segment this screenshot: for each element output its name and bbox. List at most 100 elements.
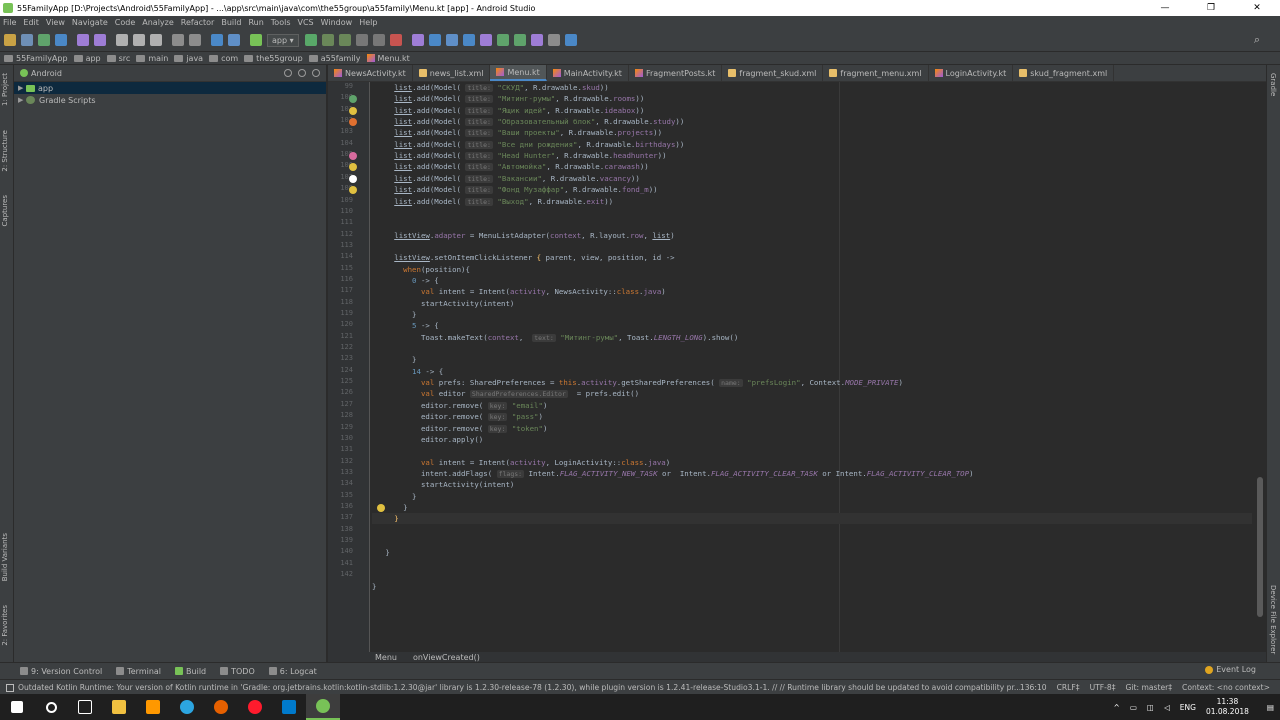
taskbar-firefox[interactable] [204, 694, 238, 720]
code-line[interactable]: list.add(Model( title: "СКУД", R.drawabl… [372, 82, 609, 93]
code-line[interactable]: } [372, 581, 376, 592]
menu-vcs[interactable]: VCS [298, 18, 314, 27]
open-icon[interactable] [4, 34, 16, 46]
editor-tab[interactable]: NewsActivity.kt [328, 65, 413, 81]
profile-icon[interactable] [355, 34, 368, 46]
vcs-commit-icon[interactable] [513, 34, 526, 46]
editor-tab[interactable]: fragment_menu.xml [823, 65, 929, 81]
menu-window[interactable]: Window [321, 18, 353, 27]
terminal-tab[interactable]: Terminal [116, 667, 161, 676]
nav-crumb[interactable]: the55group [244, 54, 303, 63]
file-encoding[interactable]: UTF-8‡ [1090, 683, 1116, 692]
device-monitor-icon[interactable] [462, 34, 475, 46]
sync-icon[interactable] [38, 34, 50, 46]
avd-manager-icon[interactable] [428, 34, 441, 46]
resource-preview-icon[interactable] [349, 95, 357, 104]
code-line[interactable]: val editor SharedPreferences.Editor = pr… [372, 388, 639, 399]
editor-tab[interactable]: Menu.kt [490, 65, 547, 81]
expand-arrow-icon[interactable]: ▶ [18, 84, 26, 92]
code-line[interactable]: when(position){ [372, 264, 470, 275]
code-area[interactable]: list.add(Model( title: "СКУД", R.drawabl… [372, 82, 1252, 652]
status-message[interactable]: Outdated Kotlin Runtime: Your version of… [0, 683, 1020, 692]
expand-arrow-icon[interactable]: ▶ [18, 96, 26, 104]
captures-tool-tab[interactable]: Captures [1, 195, 9, 226]
resource-preview-icon[interactable] [349, 186, 357, 195]
code-line[interactable]: } [372, 354, 416, 365]
code-line[interactable]: 0 -> { [372, 275, 439, 286]
layout-inspector-icon[interactable] [479, 34, 492, 46]
undo-icon[interactable] [77, 34, 89, 46]
code-line[interactable]: list.add(Model( title: "Вакансии", R.dra… [372, 173, 640, 184]
editor-tab[interactable]: MainActivity.kt [547, 65, 629, 81]
code-line[interactable]: list.add(Model( title: "Образовательный … [372, 116, 684, 127]
copy-icon[interactable] [133, 34, 145, 46]
resource-preview-icon[interactable] [349, 174, 357, 183]
taskbar-vscode[interactable] [272, 694, 306, 720]
forward-icon[interactable] [228, 34, 240, 46]
hide-icon[interactable] [312, 69, 320, 77]
nav-crumb[interactable]: com [209, 54, 238, 63]
tool-windows-icon[interactable] [6, 683, 14, 692]
code-line[interactable]: } [372, 513, 1252, 525]
structure-tool-tab[interactable]: 2: Structure [1, 130, 9, 172]
close-button[interactable]: ✕ [1234, 0, 1280, 16]
network-icon[interactable]: ◫ [1147, 703, 1154, 712]
scrollbar-thumb[interactable] [1257, 477, 1263, 617]
redo-icon[interactable] [94, 34, 106, 46]
debug-icon[interactable] [338, 34, 351, 46]
editor-scrollbar[interactable] [1254, 82, 1266, 652]
code-line[interactable]: startActivity(intent) [372, 298, 514, 309]
settings-icon[interactable] [298, 69, 306, 77]
search-everywhere-icon[interactable]: ⌕ [1254, 33, 1260, 47]
code-line[interactable]: } [372, 547, 389, 558]
resource-preview-icon[interactable] [349, 106, 357, 115]
nav-crumb[interactable]: a55family [308, 54, 361, 63]
gradle-tool-tab[interactable]: Gradle [1269, 73, 1277, 96]
code-line[interactable]: editor.remove( key: "email") [372, 400, 547, 411]
taskbar-opera[interactable] [238, 694, 272, 720]
code-line[interactable]: val intent = Intent(activity, LoginActiv… [372, 457, 670, 468]
git-branch[interactable]: Git: master‡ [1126, 683, 1173, 692]
taskbar-android-studio[interactable] [306, 694, 340, 720]
menu-tools[interactable]: Tools [271, 18, 291, 27]
code-line[interactable]: val prefs: SharedPreferences = this.acti… [372, 377, 903, 388]
stop-icon[interactable] [389, 34, 402, 46]
volume-icon[interactable]: ◁ [1164, 703, 1170, 712]
maximize-button[interactable]: ❐ [1188, 0, 1234, 16]
code-line[interactable]: list.add(Model( title: "Head Hunter", R.… [372, 150, 667, 161]
menu-edit[interactable]: Edit [23, 18, 39, 27]
caret-position[interactable]: 136:10 [1020, 683, 1047, 692]
code-line[interactable]: } [372, 502, 407, 513]
menu-build[interactable]: Build [221, 18, 241, 27]
code-line[interactable]: } [372, 491, 416, 502]
replace-icon[interactable] [189, 34, 201, 46]
menu-code[interactable]: Code [115, 18, 135, 27]
vcs-revert-icon[interactable] [530, 34, 543, 46]
nav-crumb[interactable]: java [174, 54, 203, 63]
run-configuration-select[interactable]: app ▾ [267, 33, 299, 47]
menu-help[interactable]: Help [359, 18, 377, 27]
code-line[interactable]: listView.setOnItemClickListener { parent… [372, 252, 674, 263]
battery-icon[interactable]: ▭ [1130, 703, 1137, 712]
version-control-tab[interactable]: 9: Version Control [20, 667, 102, 676]
code-line[interactable]: editor.remove( key: "pass") [372, 411, 543, 422]
chevron-up-icon[interactable]: ^ [1114, 703, 1120, 712]
resource-preview-icon[interactable] [349, 163, 357, 172]
project-view-select[interactable]: Android [31, 69, 284, 78]
project-structure-icon[interactable] [547, 34, 560, 46]
find-icon[interactable] [172, 34, 184, 46]
code-line[interactable]: list.add(Model( title: "Все дни рождения… [372, 139, 684, 150]
code-line[interactable]: Toast.makeText(context, text: "Митинг-ру… [372, 332, 738, 343]
apply-changes-icon[interactable] [321, 34, 334, 46]
nav-crumb[interactable]: app [73, 54, 101, 63]
code-line[interactable]: list.add(Model( title: "Выход", R.drawab… [372, 196, 613, 207]
cut-icon[interactable] [116, 34, 128, 46]
code-line[interactable]: intent.addFlags( flags: Intent.FLAG_ACTI… [372, 468, 974, 479]
event-log-tab[interactable]: Event Log [1205, 665, 1256, 674]
menu-navigate[interactable]: Navigate [72, 18, 108, 27]
code-line[interactable]: list.add(Model( title: "Ящик идей", R.dr… [372, 105, 644, 116]
run-icon[interactable] [304, 34, 317, 46]
build-variants-tool-tab[interactable]: Build Variants [1, 533, 9, 581]
language-indicator[interactable]: ENG [1180, 703, 1196, 712]
minimize-button[interactable]: — [1142, 0, 1188, 16]
